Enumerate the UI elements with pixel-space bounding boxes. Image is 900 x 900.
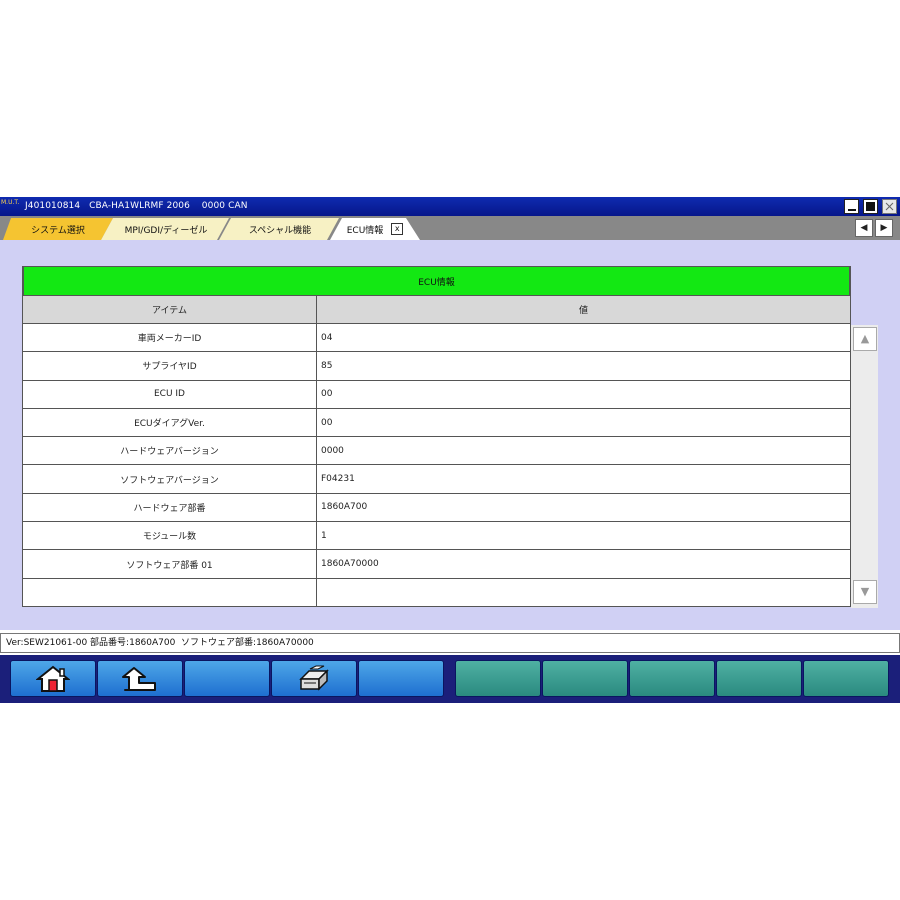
table-header: アイテム 値 xyxy=(23,296,850,324)
row-item-cell xyxy=(23,578,317,606)
row-item-cell: ECU ID xyxy=(23,380,317,408)
table-row[interactable]: ソフトウェアバージョン F04231 xyxy=(23,465,850,494)
back-button[interactable] xyxy=(97,660,183,697)
row-value-cell: F04231 xyxy=(321,474,355,485)
tab-scroll-right-button[interactable]: ▶ xyxy=(875,219,893,237)
scroll-down-button[interactable]: ▼ xyxy=(853,580,877,604)
row-item-cell: ハードウェアバージョン xyxy=(23,437,317,465)
row-value-cell: 85 xyxy=(321,360,333,371)
tab-close-icon[interactable]: x xyxy=(391,223,403,235)
row-item-cell: サプライヤID xyxy=(23,352,317,380)
status-bar: Ver:SEW21061-00 部品番号:1860A700 ソフトウェア部番:1… xyxy=(0,633,900,653)
content-panel: ECU情報 アイテム 値 車両メーカーID 04 サプライヤID 85 ECU ID 00… xyxy=(0,240,900,630)
minimize-button[interactable] xyxy=(844,199,859,214)
arrow-right-icon: ▶ xyxy=(880,223,888,233)
column-header-item: アイテム xyxy=(23,296,317,323)
table-row[interactable]: ハードウェアバージョン 0000 xyxy=(23,437,850,466)
window-title: J401010814 CBA-HA1WLRMF 2006 0000 CAN xyxy=(25,201,248,211)
title-bar: M.U.T. J401010814 CBA-HA1WLRMF 2006 0000… xyxy=(0,197,900,216)
arrow-down-icon: ▼ xyxy=(860,585,870,598)
tab-scroll-left-button[interactable]: ◀ xyxy=(855,219,873,237)
row-value-cell: 0000 xyxy=(321,445,344,456)
maximize-button[interactable] xyxy=(863,199,878,214)
function-button-4[interactable] xyxy=(716,660,802,697)
toolbar-button-3[interactable] xyxy=(184,660,270,697)
row-value-cell: 1860A70000 xyxy=(321,559,379,570)
row-value-cell: 1860A700 xyxy=(321,502,368,513)
table-row[interactable]: ECUダイアグVer. 00 xyxy=(23,408,850,438)
print-icon xyxy=(299,665,329,691)
row-item-cell: ECUダイアグVer. xyxy=(23,408,317,437)
tab-label: スペシャル機能 xyxy=(248,225,312,236)
row-value-cell: 1 xyxy=(321,530,327,541)
table-row[interactable]: モジュール数 1 xyxy=(23,522,850,551)
table-row[interactable] xyxy=(23,578,850,607)
function-button-3[interactable] xyxy=(629,660,715,697)
ecu-info-table: ECU情報 アイテム 値 車両メーカーID 04 サプライヤID 85 ECU ID 00… xyxy=(22,266,851,607)
table-row[interactable]: ソフトウェア部番 01 1860A70000 xyxy=(23,550,850,579)
close-icon xyxy=(885,202,894,211)
arrow-left-icon: ◀ xyxy=(860,223,868,233)
function-button-5[interactable] xyxy=(803,660,889,697)
minimize-icon xyxy=(848,209,856,211)
home-button[interactable] xyxy=(10,660,96,697)
row-value-cell: 00 xyxy=(321,417,333,428)
row-item-cell: ソフトウェアバージョン xyxy=(23,465,317,493)
row-value-cell xyxy=(317,579,850,606)
function-button-2[interactable] xyxy=(542,660,628,697)
tab-label: MPI/GDI/ディーゼル xyxy=(124,225,208,236)
close-button[interactable] xyxy=(882,199,897,214)
app-window: M.U.T. J401010814 CBA-HA1WLRMF 2006 0000… xyxy=(0,197,900,703)
table-title: ECU情報 xyxy=(23,266,850,296)
row-item-cell: モジュール数 xyxy=(23,522,317,550)
tab-mpi-gdi-diesel[interactable]: MPI/GDI/ディーゼル xyxy=(101,218,231,240)
back-icon xyxy=(122,666,156,691)
vertical-scrollbar[interactable]: ▲ ▼ xyxy=(851,325,878,608)
toolbar-button-5[interactable] xyxy=(358,660,444,697)
tab-label: ECU情報 xyxy=(346,225,384,236)
table-row[interactable]: サプライヤID 85 xyxy=(23,352,850,381)
home-icon xyxy=(36,665,70,692)
row-value-cell: 04 xyxy=(321,332,333,343)
maximize-icon xyxy=(866,202,875,211)
row-item-cell: ハードウェア部番 xyxy=(23,493,317,522)
tab-ecu-info[interactable]: ECU情報 x xyxy=(330,218,420,240)
tab-system-select[interactable]: システム選択 xyxy=(3,218,113,240)
tab-bar: システム選択 MPI/GDI/ディーゼル スペシャル機能 ECU情報 x ◀ ▶ xyxy=(0,216,900,240)
app-logo-icon: M.U.T. xyxy=(1,199,20,206)
scroll-up-button[interactable]: ▲ xyxy=(853,327,877,351)
table-row[interactable]: ハードウェア部番 1860A700 xyxy=(23,493,850,523)
row-item-cell: 車両メーカーID xyxy=(23,324,317,352)
function-button-1[interactable] xyxy=(455,660,541,697)
row-value-cell: 00 xyxy=(321,389,333,400)
arrow-up-icon: ▲ xyxy=(860,332,870,345)
row-item-cell: ソフトウェア部番 01 xyxy=(23,550,317,578)
tab-special-functions[interactable]: スペシャル機能 xyxy=(219,218,341,240)
print-button[interactable] xyxy=(271,660,357,697)
tab-label: システム選択 xyxy=(31,225,85,236)
table-row[interactable]: ECU ID 00 xyxy=(23,380,850,409)
bottom-toolbar xyxy=(0,655,900,703)
table-row[interactable]: 車両メーカーID 04 xyxy=(23,324,850,353)
column-header-value: 値 xyxy=(578,306,588,316)
